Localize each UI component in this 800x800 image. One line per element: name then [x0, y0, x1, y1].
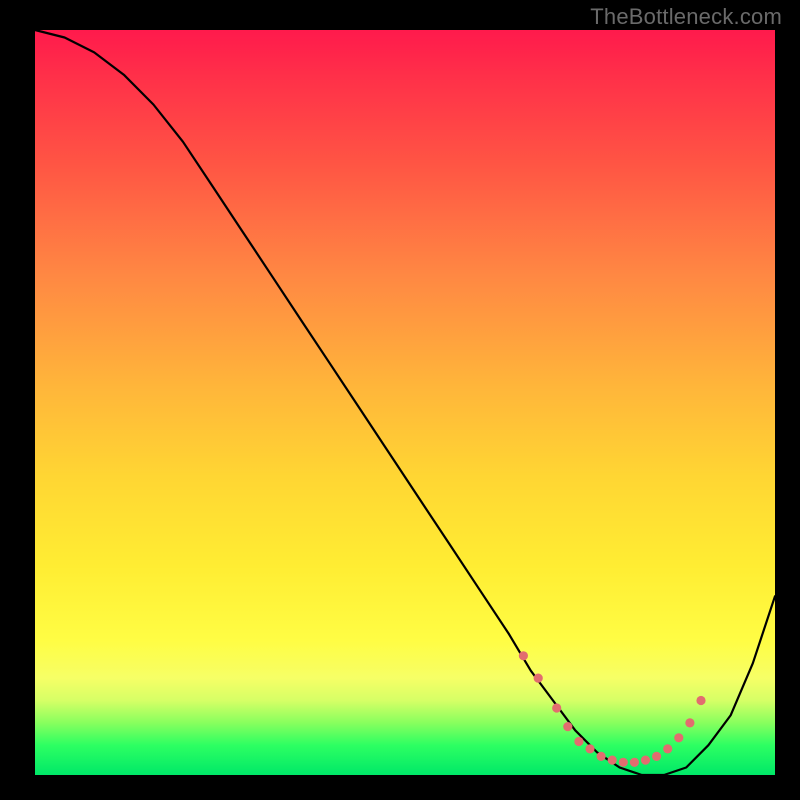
- plot-gradient-area: [35, 30, 775, 775]
- valley-marker-dot: [552, 703, 561, 712]
- curve-svg: [35, 30, 775, 775]
- valley-marker-dot: [608, 756, 617, 765]
- valley-marker-dot: [674, 733, 683, 742]
- valley-marker-dot: [574, 737, 583, 746]
- valley-marker-dot: [585, 744, 594, 753]
- watermark-text: TheBottleneck.com: [590, 4, 782, 30]
- valley-marker-dot: [663, 744, 672, 753]
- valley-marker-dot: [641, 756, 650, 765]
- valley-marker-dot: [685, 718, 694, 727]
- valley-marker-dot: [652, 752, 661, 761]
- valley-markers: [519, 651, 706, 767]
- valley-marker-dot: [563, 722, 572, 731]
- valley-marker-dot: [534, 674, 543, 683]
- chart-frame: TheBottleneck.com: [0, 0, 800, 800]
- bottleneck-curve: [35, 30, 775, 775]
- valley-marker-dot: [619, 758, 628, 767]
- valley-marker-dot: [597, 752, 606, 761]
- valley-marker-dot: [519, 651, 528, 660]
- valley-marker-dot: [630, 758, 639, 767]
- valley-marker-dot: [696, 696, 705, 705]
